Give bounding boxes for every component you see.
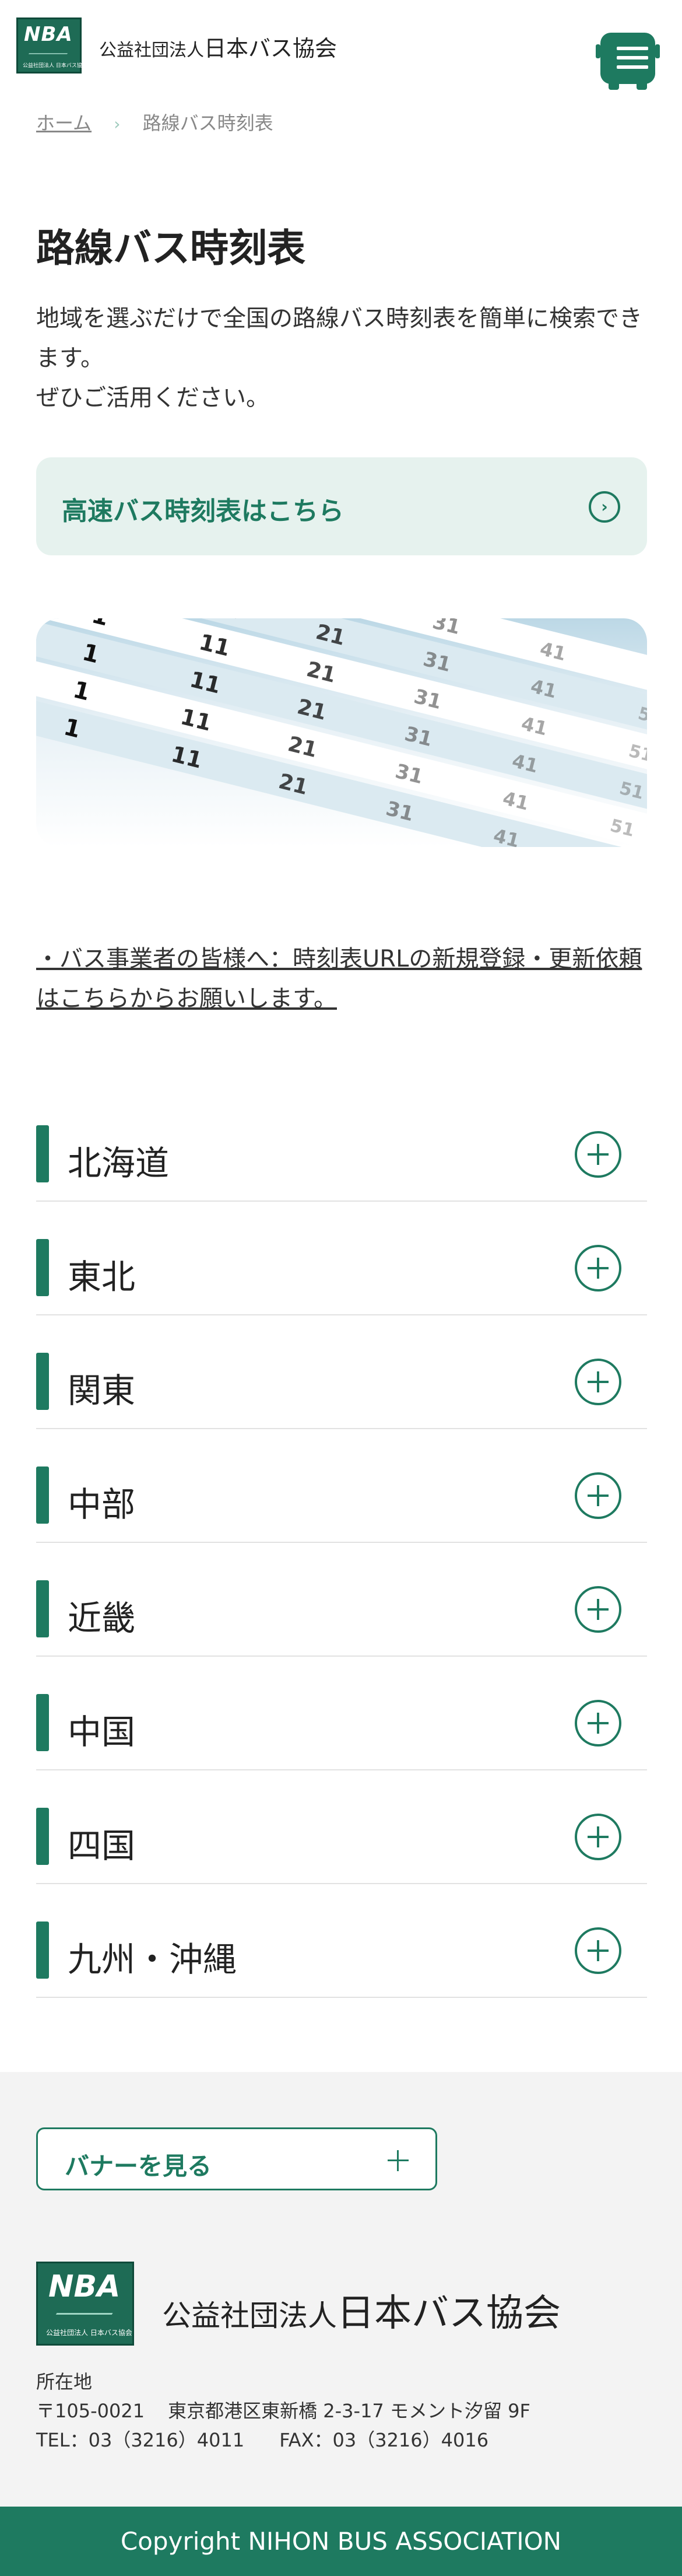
intro-line-1: 地域を選ぶだけで全国の路線バス時刻表を簡単に検索できます。 xyxy=(36,305,642,372)
region-name: 九州・沖縄 xyxy=(68,1940,237,1979)
chevron-right-icon: › xyxy=(114,114,121,134)
region-name: 関東 xyxy=(68,1371,136,1410)
plus-circle-icon[interactable] xyxy=(575,1700,621,1746)
highway-bus-label: 高速バス時刻表はこちら xyxy=(62,496,344,526)
region-item-kyushu-okinawa[interactable]: 九州・沖縄 xyxy=(36,1884,647,1998)
logo-mark: NBA xyxy=(24,23,73,46)
timetable-photo: 1112131415111121314151111213141511112131… xyxy=(36,618,647,847)
footer-logo-mark: NBA xyxy=(48,2269,121,2304)
plus-circle-icon[interactable] xyxy=(575,1927,621,1974)
address: 〒105-0021 東京都港区東新橋 2-3-17 モメント汐留 9F xyxy=(36,2396,530,2423)
plus-icon xyxy=(388,2150,409,2171)
region-marker xyxy=(36,1353,49,1410)
logo-subtext: 公益社団法人 日本バス協会 xyxy=(23,63,87,69)
bus-mirror-right xyxy=(655,44,660,58)
plus-circle-icon[interactable] xyxy=(575,1131,621,1178)
fax: FAX：03（3216）4016 xyxy=(279,2429,489,2451)
menu-bar xyxy=(617,56,648,60)
footer-organization-prefix: 公益社団法人 xyxy=(162,2299,337,2333)
address-label: 所在地 xyxy=(36,2371,93,2393)
region-marker xyxy=(36,1580,49,1637)
view-banners-button[interactable]: バナーを見る xyxy=(36,2127,437,2190)
telephone: TEL：03（3216）4011 xyxy=(36,2429,245,2451)
site-logo[interactable]: NBA 公益社団法人 日本バス協会 xyxy=(16,18,87,74)
intro-line-2: ぜひご活用ください。 xyxy=(36,384,269,411)
plus-circle-icon[interactable] xyxy=(575,1245,621,1292)
breadcrumb-home-link[interactable]: ホーム xyxy=(36,112,92,134)
region-name: 北海道 xyxy=(68,1143,170,1183)
view-banners-label: バナーを見る xyxy=(65,2152,212,2180)
footer-organization-name: 公益社団法人日本バス協会 xyxy=(162,2283,561,2337)
region-name: 四国 xyxy=(68,1826,136,1866)
region-marker xyxy=(36,1808,49,1865)
region-marker xyxy=(36,1694,49,1751)
breadcrumb: ホーム › 路線バス時刻表 xyxy=(36,108,273,135)
timetable-illustration: 1112131415111121314151111213141511112131… xyxy=(36,618,647,847)
region-name: 中国 xyxy=(68,1712,136,1752)
region-marker xyxy=(36,1239,49,1296)
region-name: 東北 xyxy=(68,1257,136,1297)
plus-circle-icon[interactable] xyxy=(575,1586,621,1633)
region-marker xyxy=(36,1922,49,1979)
bus-menu-icon xyxy=(600,33,655,84)
organization-title: 日本バス協会 xyxy=(204,36,338,61)
footer-logo-subtext: 公益社団法人 日本バス協会 xyxy=(46,2329,132,2337)
plus-circle-icon[interactable] xyxy=(575,1472,621,1519)
region-item-shikoku[interactable]: 四国 xyxy=(36,1770,647,1884)
bus-wheel-right xyxy=(637,82,647,90)
organization-prefix: 公益社団法人 xyxy=(99,40,204,61)
region-item-kanto[interactable]: 関東 xyxy=(36,1315,647,1429)
footer-organization-title: 日本バス協会 xyxy=(337,2292,561,2335)
footer-logo-swoosh xyxy=(55,2304,118,2315)
menu-bar xyxy=(617,47,648,50)
copyright-bar: Copyright NIHON BUS ASSOCIATION xyxy=(0,2507,682,2576)
highway-bus-link[interactable]: 高速バス時刻表はこちら › xyxy=(36,457,647,555)
bus-operator-notice-link[interactable]: ・バス事業者の皆様へ：時刻表URLの新規登録・更新依頼はこちらからお願いします。 xyxy=(36,939,654,1019)
region-item-tohoku[interactable]: 東北 xyxy=(36,1202,647,1315)
logo-swoosh xyxy=(28,46,72,54)
plus-circle-icon[interactable] xyxy=(575,1359,621,1405)
region-item-chubu[interactable]: 中部 xyxy=(36,1429,647,1543)
region-name: 近畿 xyxy=(68,1598,136,1638)
region-marker xyxy=(36,1466,49,1524)
bus-wheel-left xyxy=(609,82,619,90)
postal-code: 〒105-0021 xyxy=(36,2400,145,2422)
contact-numbers: TEL：03（3216）4011 FAX：03（3216）4016 xyxy=(36,2426,488,2452)
region-marker xyxy=(36,1125,49,1182)
menu-button[interactable] xyxy=(596,33,660,90)
menu-bar xyxy=(617,65,648,69)
organization-name[interactable]: 公益社団法人日本バス協会 xyxy=(99,30,337,62)
footer-logo[interactable]: NBA 公益社団法人 日本バス協会 xyxy=(36,2262,134,2346)
region-item-kinki[interactable]: 近畿 xyxy=(36,1543,647,1657)
region-item-hokkaido[interactable]: 北海道 xyxy=(36,1088,647,1202)
page-title: 路線バス時刻表 xyxy=(36,226,305,271)
site-footer: バナーを見る NBA 公益社団法人 日本バス協会 公益社団法人日本バス協会 所在… xyxy=(0,2072,682,2507)
breadcrumb-current: 路線バス時刻表 xyxy=(142,112,273,134)
bus-mirror-left xyxy=(596,44,600,58)
street-address: 東京都港区東新橋 2-3-17 モメント汐留 9F xyxy=(168,2400,530,2422)
arrow-circle-icon: › xyxy=(589,491,620,523)
intro-text: 地域を選ぶだけで全国の路線バス時刻表を簡単に検索できます。 ぜひご活用ください。 xyxy=(36,299,654,418)
region-item-chugoku[interactable]: 中国 xyxy=(36,1657,647,1770)
plus-circle-icon[interactable] xyxy=(575,1814,621,1860)
site-header: NBA 公益社団法人 日本バス協会 公益社団法人日本バス協会 xyxy=(0,0,682,99)
region-name: 中部 xyxy=(68,1485,136,1524)
